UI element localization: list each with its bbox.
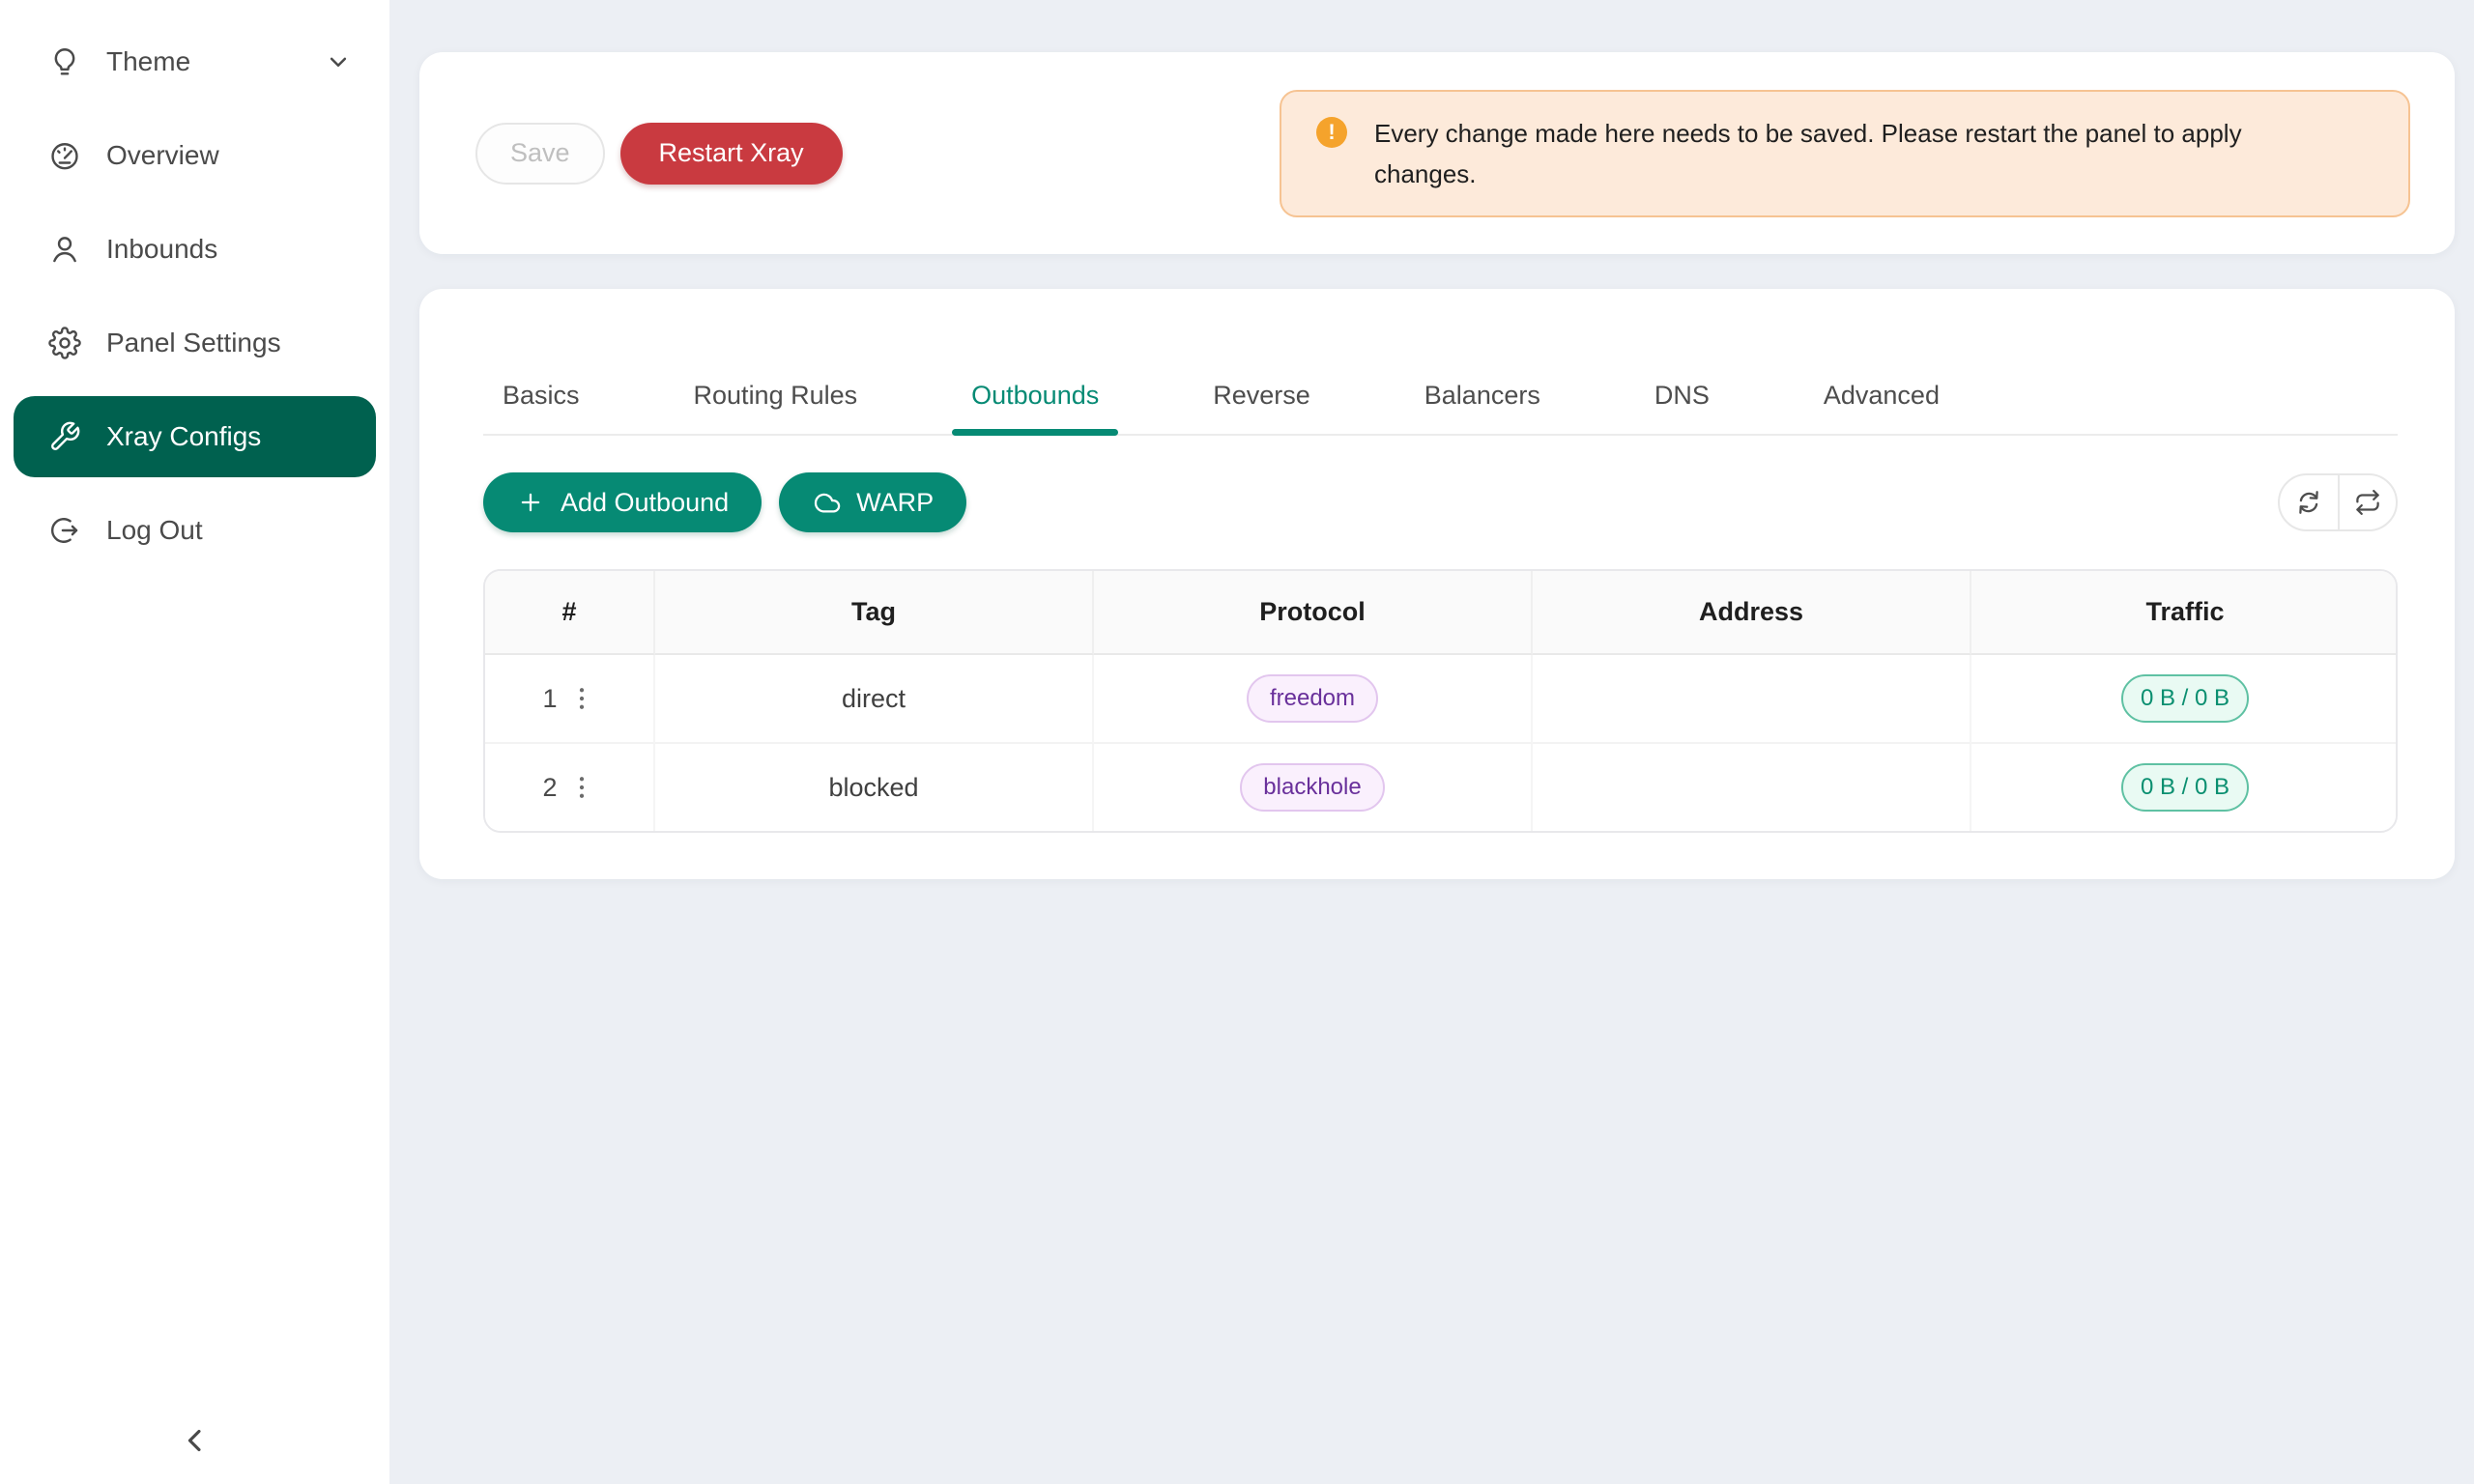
toolbar-card: Save Restart Xray ! Every change made he…	[419, 52, 2455, 254]
warning-icon: !	[1316, 117, 1347, 148]
tab-basics[interactable]: Basics	[483, 357, 599, 434]
sidebar-item-theme[interactable]: Theme	[14, 21, 376, 102]
cell-address	[1533, 744, 1971, 831]
toggle-view-button[interactable]	[2338, 475, 2396, 529]
traffic-badge: 0 B / 0 B	[2121, 763, 2249, 812]
sidebar-item-inbounds[interactable]: Inbounds	[14, 209, 376, 290]
refresh-button[interactable]	[2280, 475, 2338, 529]
tab-reverse[interactable]: Reverse	[1194, 357, 1330, 434]
cell-index: 1	[485, 655, 655, 744]
actions-row: Add Outbound WARP	[483, 472, 2398, 532]
kebab-menu-icon[interactable]	[567, 684, 596, 713]
table-header-row: # Tag Protocol Address Traffic	[485, 571, 2398, 655]
user-icon	[48, 233, 81, 266]
traffic-badge: 0 B / 0 B	[2121, 674, 2249, 723]
dashboard-icon	[48, 139, 81, 172]
cell-tag: blocked	[655, 744, 1094, 831]
cell-protocol: freedom	[1094, 655, 1533, 744]
kebab-menu-icon[interactable]	[567, 773, 596, 802]
cell-index: 2	[485, 744, 655, 831]
add-outbound-button[interactable]: Add Outbound	[483, 472, 762, 532]
sidebar-item-label: Log Out	[106, 515, 203, 546]
sidebar-item-log-out[interactable]: Log Out	[14, 490, 376, 571]
main-content: Save Restart Xray ! Every change made he…	[389, 0, 2474, 1484]
sidebar-collapse-button[interactable]	[168, 1414, 222, 1469]
table-row: 1 direct freedom	[485, 655, 2398, 744]
row-number: 2	[542, 773, 557, 803]
tab-dns[interactable]: DNS	[1635, 357, 1729, 434]
warning-alert: ! Every change made here needs to be sav…	[1280, 90, 2410, 217]
tabs-bar: Basics Routing Rules Outbounds Reverse B…	[483, 289, 2398, 436]
col-header-traffic: Traffic	[1971, 571, 2398, 655]
toolbar-buttons: Save Restart Xray	[475, 123, 843, 185]
cell-traffic: 0 B / 0 B	[1971, 744, 2398, 831]
warning-alert-text: Every change made here needs to be saved…	[1374, 113, 2321, 194]
add-outbound-label: Add Outbound	[561, 488, 729, 518]
cell-traffic: 0 B / 0 B	[1971, 655, 2398, 744]
save-button[interactable]: Save	[475, 123, 605, 185]
tab-advanced[interactable]: Advanced	[1804, 357, 1959, 434]
protocol-badge: freedom	[1247, 674, 1378, 723]
logout-icon	[48, 514, 81, 547]
sidebar-item-xray-configs[interactable]: Xray Configs	[14, 396, 376, 477]
protocol-badge: blackhole	[1240, 763, 1384, 812]
sidebar: Theme Overview	[0, 0, 389, 1484]
xray-configs-card: Basics Routing Rules Outbounds Reverse B…	[419, 289, 2455, 879]
plus-icon	[516, 488, 545, 517]
cell-tag: direct	[655, 655, 1094, 744]
cloud-icon	[812, 488, 841, 517]
sync-icon	[2294, 488, 2323, 517]
sidebar-item-label: Inbounds	[106, 234, 217, 265]
table-tools-group	[2278, 473, 2398, 531]
col-header-index: #	[485, 571, 655, 655]
sidebar-item-overview[interactable]: Overview	[14, 115, 376, 196]
bulb-icon	[48, 45, 81, 78]
tab-outbounds[interactable]: Outbounds	[952, 357, 1118, 434]
row-number: 1	[542, 684, 557, 714]
warp-label: WARP	[856, 488, 934, 518]
sidebar-nav: Theme Overview	[0, 0, 389, 571]
cell-address	[1533, 655, 1971, 744]
cell-protocol: blackhole	[1094, 744, 1533, 831]
actions-left: Add Outbound WARP	[483, 472, 966, 532]
tab-balancers[interactable]: Balancers	[1405, 357, 1560, 434]
app-root: Theme Overview	[0, 0, 2474, 1484]
sidebar-item-label: Xray Configs	[106, 421, 261, 452]
warp-button[interactable]: WARP	[779, 472, 966, 532]
col-header-tag: Tag	[655, 571, 1094, 655]
repeat-icon	[2353, 488, 2382, 517]
col-header-address: Address	[1533, 571, 1971, 655]
sidebar-item-panel-settings[interactable]: Panel Settings	[14, 302, 376, 384]
table-row: 2 blocked blackhole	[485, 744, 2398, 831]
chevron-down-icon	[324, 47, 353, 76]
chevron-left-icon	[177, 1422, 214, 1462]
gear-icon	[48, 327, 81, 359]
wrench-icon	[48, 420, 81, 453]
restart-xray-button[interactable]: Restart Xray	[620, 123, 843, 185]
sidebar-item-label: Theme	[106, 46, 190, 77]
tab-routing-rules[interactable]: Routing Rules	[675, 357, 877, 434]
sidebar-item-label: Overview	[106, 140, 219, 171]
col-header-protocol: Protocol	[1094, 571, 1533, 655]
sidebar-item-label: Panel Settings	[106, 328, 281, 358]
outbounds-table: # Tag Protocol Address Traffic 1	[483, 569, 2398, 833]
